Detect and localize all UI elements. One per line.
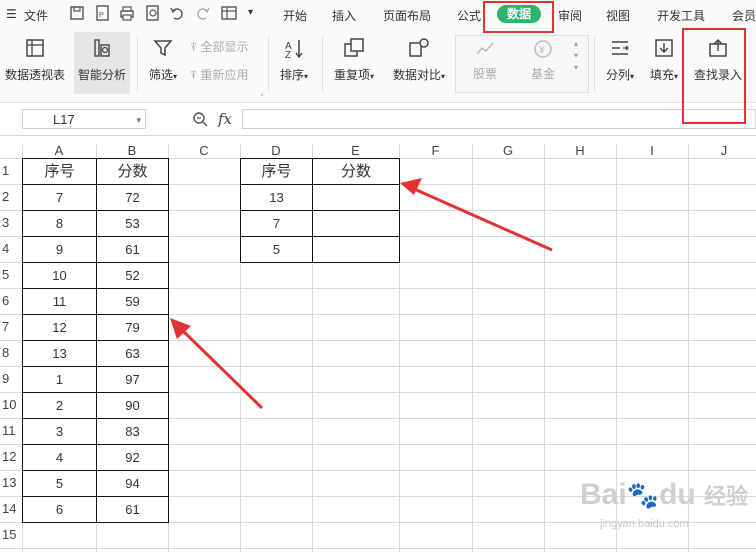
watermark-brand2: du [659,478,696,511]
watermark-logo: Bai🐾du 经验 [580,478,748,512]
watermark-cn: 经验 [704,484,749,509]
arrow-to-table1 [170,318,264,410]
annotation-arrows [170,178,553,410]
paw-icon: 🐾 [626,480,660,510]
watermark-url: jingyan.baidu.com [600,518,689,530]
arrow-to-table2 [400,178,553,252]
watermark-brand: Bai [580,478,627,511]
